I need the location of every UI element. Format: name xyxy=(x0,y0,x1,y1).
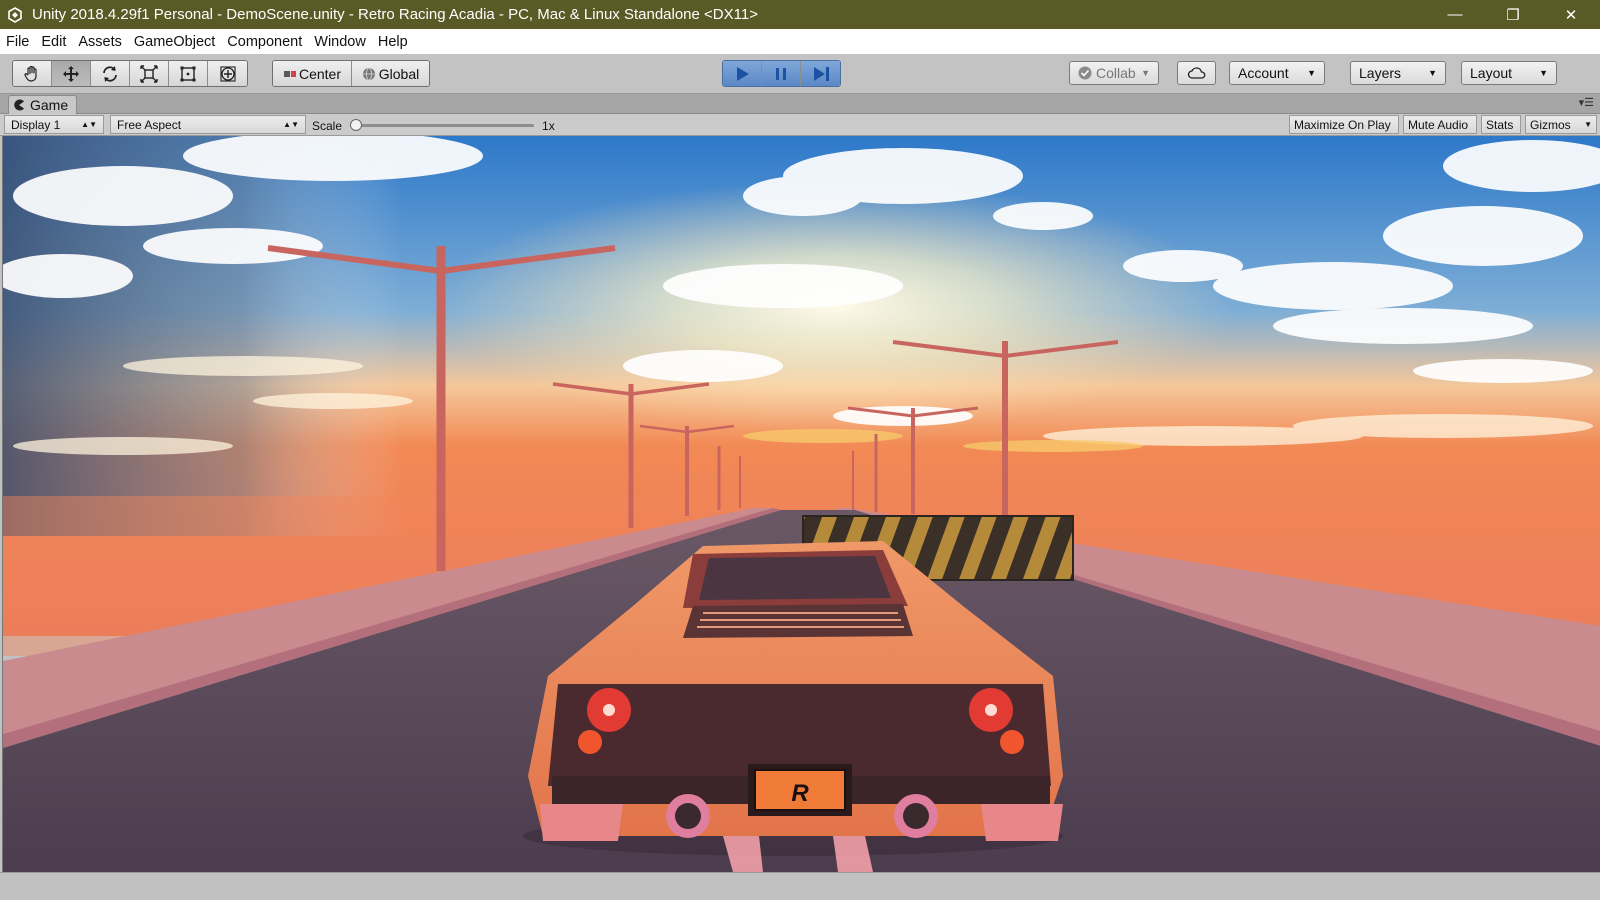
menu-edit[interactable]: Edit xyxy=(35,34,72,50)
scale-value: 1x xyxy=(542,118,555,133)
hand-tool-button[interactable] xyxy=(13,61,52,86)
unity-logo-icon xyxy=(6,6,24,24)
pivot-mode-label: Center xyxy=(298,65,342,82)
account-dropdown[interactable]: Account ▼ xyxy=(1229,61,1325,85)
play-icon xyxy=(737,66,749,81)
updown-arrows-icon: ▲▼ xyxy=(283,120,299,129)
pivot-mode-button[interactable]: Center xyxy=(273,61,352,86)
menu-assets[interactable]: Assets xyxy=(72,34,128,50)
scale-slider[interactable] xyxy=(350,119,535,131)
scale-icon xyxy=(140,64,158,83)
global-sphere-icon xyxy=(362,67,375,80)
rotate-icon xyxy=(103,65,117,82)
scale-control: Scale 1x xyxy=(312,117,555,134)
pacman-icon xyxy=(14,99,24,111)
aspect-value: Free Aspect xyxy=(117,117,182,132)
updown-arrows-icon: ▲▼ xyxy=(81,120,97,129)
menu-help[interactable]: Help xyxy=(372,34,414,50)
restore-button[interactable]: ❐ xyxy=(1484,0,1542,29)
cloud-button[interactable] xyxy=(1177,61,1216,85)
step-button[interactable] xyxy=(801,61,840,86)
main-toolbar: Center Global Collab ▼ Account ▼ Layers … xyxy=(0,54,1600,94)
step-forward-icon xyxy=(813,66,829,81)
game-viewport[interactable]: R xyxy=(2,136,1600,872)
aspect-select[interactable]: Free Aspect ▲▼ xyxy=(110,115,306,134)
layers-dropdown[interactable]: Layers ▼ xyxy=(1350,61,1446,85)
chevron-down-icon: ▼ xyxy=(1141,68,1150,78)
window-title: Unity 2018.4.29f1 Personal - DemoScene.u… xyxy=(32,6,758,23)
chevron-down-icon: ▼ xyxy=(1428,68,1437,78)
move-arrows-icon xyxy=(63,65,79,82)
menu-bar: File Edit Assets GameObject Component Wi… xyxy=(0,29,1600,54)
chevron-down-icon: ▼ xyxy=(1307,68,1316,78)
maximize-on-play-label: Maximize On Play xyxy=(1294,117,1391,132)
status-bar xyxy=(0,872,1600,900)
rect-transform-icon xyxy=(180,66,196,81)
layers-label: Layers xyxy=(1359,65,1402,81)
chevron-down-icon: ▼ xyxy=(1539,68,1548,78)
menu-component[interactable]: Component xyxy=(221,34,308,50)
game-scene: R xyxy=(3,136,1600,872)
account-label: Account xyxy=(1238,65,1289,81)
pivot-center-icon xyxy=(283,70,296,77)
mute-audio-toggle[interactable]: Mute Audio xyxy=(1403,115,1477,134)
tab-options-icon[interactable]: ▾☰ xyxy=(1579,96,1594,109)
hand-icon xyxy=(24,65,37,82)
display-value: Display 1 xyxy=(11,117,61,132)
panel-tab-bar: Game ▾☰ xyxy=(0,94,1600,114)
close-button[interactable]: ✕ xyxy=(1542,0,1600,29)
playmode-controls xyxy=(722,60,841,87)
menu-window[interactable]: Window xyxy=(308,34,372,50)
license-plate-text: R xyxy=(791,780,809,807)
scale-label: Scale xyxy=(312,118,343,133)
gizmos-dropdown[interactable]: Gizmos ▼ xyxy=(1525,115,1597,134)
menu-file[interactable]: File xyxy=(0,34,35,50)
scale-slider-thumb[interactable] xyxy=(350,119,363,131)
stats-toggle[interactable]: Stats xyxy=(1481,115,1521,134)
pivot-rotation-button[interactable]: Global xyxy=(352,61,429,86)
pause-button[interactable] xyxy=(762,61,801,86)
collab-check-icon xyxy=(1078,66,1092,80)
transform-tool-button[interactable] xyxy=(208,61,247,86)
rotate-tool-button[interactable] xyxy=(91,61,130,86)
stats-label: Stats xyxy=(1486,117,1514,132)
menu-gameobject[interactable]: GameObject xyxy=(128,34,221,50)
collab-dropdown[interactable]: Collab ▼ xyxy=(1069,61,1159,85)
layout-dropdown[interactable]: Layout ▼ xyxy=(1461,61,1557,85)
mute-audio-label: Mute Audio xyxy=(1408,117,1469,132)
maximize-on-play-toggle[interactable]: Maximize On Play xyxy=(1289,115,1399,134)
scale-tool-button[interactable] xyxy=(130,61,169,86)
display-select[interactable]: Display 1 ▲▼ xyxy=(4,115,104,134)
play-button[interactable] xyxy=(723,61,762,86)
collab-label: Collab xyxy=(1096,65,1136,81)
pivot-toggle-group: Center Global xyxy=(272,60,430,87)
gizmos-label: Gizmos xyxy=(1530,117,1571,132)
pause-icon xyxy=(776,67,786,80)
cloud-icon xyxy=(1187,67,1205,79)
window-titlebar: Unity 2018.4.29f1 Personal - DemoScene.u… xyxy=(0,0,1600,29)
layout-label: Layout xyxy=(1470,65,1513,81)
tab-game-label: Game xyxy=(30,97,69,113)
minimize-button[interactable]: — xyxy=(1426,0,1484,29)
combined-transform-icon xyxy=(219,65,236,82)
game-view-controls: Display 1 ▲▼ Free Aspect ▲▼ Scale 1x Max… xyxy=(0,114,1600,136)
chevron-down-icon: ▼ xyxy=(1584,120,1592,129)
move-tool-button[interactable] xyxy=(52,61,91,86)
pivot-rotation-label: Global xyxy=(378,65,420,82)
transform-tools xyxy=(12,60,248,87)
rect-tool-button[interactable] xyxy=(169,61,208,86)
tab-game[interactable]: Game xyxy=(8,95,78,114)
